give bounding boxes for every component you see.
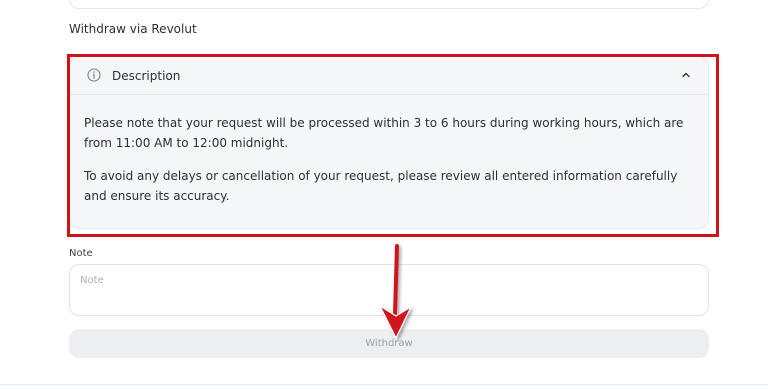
note-input[interactable]	[69, 264, 709, 316]
withdraw-page: Withdraw via Revolut Description Please …	[0, 0, 768, 389]
note-label: Note	[69, 248, 93, 259]
description-paragraph: Please note that your request will be pr…	[84, 116, 684, 150]
description-panel: Description Please note that your reques…	[69, 56, 709, 229]
chevron-up-icon[interactable]	[680, 69, 692, 81]
page-bottom-divider	[0, 384, 768, 389]
previous-card	[69, 0, 709, 9]
description-title: Description	[112, 69, 181, 83]
withdraw-button[interactable]: Withdraw	[69, 329, 709, 358]
description-body: Please note that your request will be pr…	[84, 113, 696, 219]
description-paragraph: To avoid any delays or cancellation of y…	[84, 169, 678, 203]
description-header[interactable]: Description	[70, 57, 708, 95]
section-title: Withdraw via Revolut	[69, 22, 197, 36]
info-icon	[87, 68, 101, 82]
